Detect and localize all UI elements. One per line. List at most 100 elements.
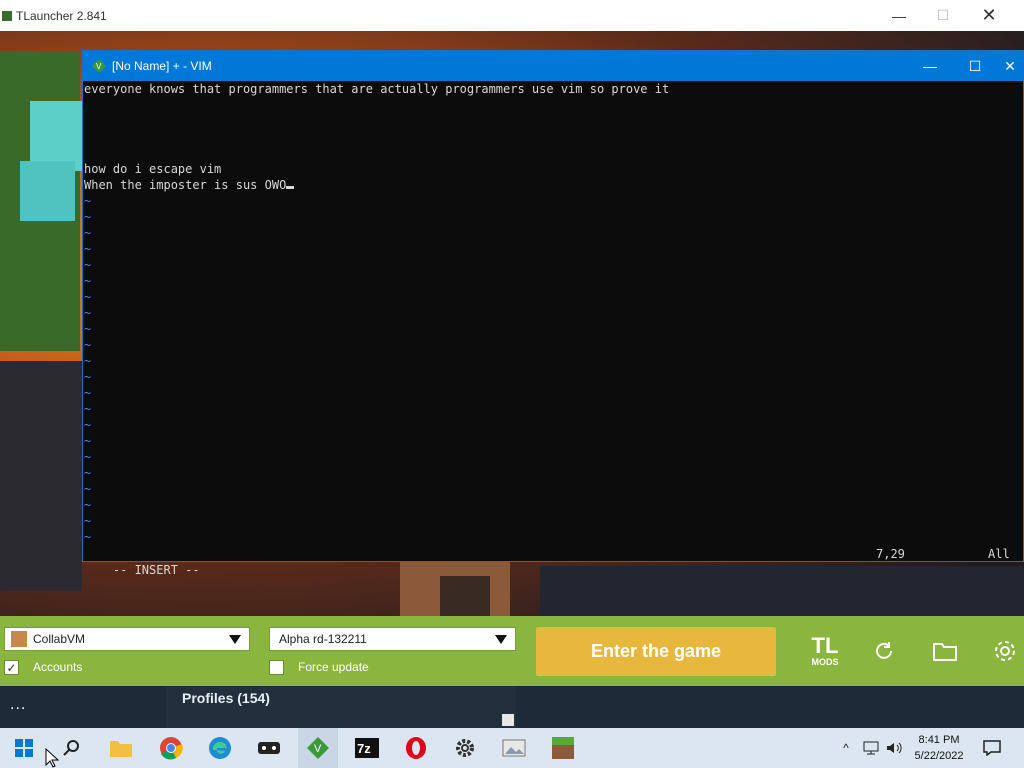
accounts-checkbox[interactable]: ✓ [4, 660, 19, 675]
notification-icon [983, 740, 1001, 756]
taskbar-7zip[interactable]: 7z [347, 728, 387, 768]
bg-block [20, 161, 75, 221]
tlauncher-title: TLauncher 2.841 [16, 8, 107, 23]
system-clock[interactable]: 8:41 PM 5/22/2022 [908, 732, 970, 764]
text-cursor [286, 186, 295, 189]
vim-tilde-line: ~ [84, 354, 92, 368]
open-folder-button[interactable] [928, 634, 962, 668]
vim-tilde-line: ~ [84, 290, 92, 304]
chevron-down-icon [495, 635, 507, 644]
bg-block [540, 566, 1024, 616]
tl-mods-button[interactable]: TL MODS [804, 628, 846, 674]
vim-cursor-position: 7,29 [876, 547, 905, 561]
refresh-icon [876, 642, 892, 659]
vim-tilde-line: ~ [84, 274, 92, 288]
vim-empty-lines: ~ ~ ~ ~ ~ ~ ~ ~ ~ ~ ~ ~ ~ ~ ~ ~ ~ ~ ~ ~ ~ ~ [84, 193, 1022, 545]
vim-tilde-line: ~ [84, 418, 92, 432]
vim-scroll-indicator: All [988, 547, 1010, 561]
vim-buffer-line: everyone knows that programmers that are… [84, 82, 670, 96]
vim-buffer-line [84, 129, 1022, 145]
gear-icon [995, 641, 1015, 661]
minimize-button[interactable]: — [876, 0, 922, 31]
vim-tilde-line: ~ [84, 434, 92, 448]
vim-editor-buffer[interactable]: everyone knows that programmers that are… [84, 81, 1022, 546]
vim-tilde-line: ~ [84, 530, 92, 544]
gear-icon [456, 739, 474, 757]
account-select[interactable]: CollabVM [4, 627, 250, 651]
force-update-label: Force update [298, 660, 369, 674]
search-icon [63, 740, 79, 756]
vim-app-icon: V [92, 59, 106, 73]
account-avatar-icon [11, 631, 27, 647]
7zip-icon: 7z [355, 738, 379, 758]
image-icon [502, 739, 526, 757]
svg-text:V: V [314, 743, 322, 755]
vim-tilde-line: ~ [84, 514, 92, 528]
vim-tilde-line: ~ [84, 210, 92, 224]
tl-mods-logo: TL [811, 633, 839, 658]
start-button[interactable] [4, 728, 44, 768]
vim-current-line-text: When the imposter is sus OWO [84, 178, 287, 192]
maximize-button[interactable]: ☐ [920, 0, 966, 31]
vim-tilde-line: ~ [84, 322, 92, 336]
vim-tilde-line: ~ [84, 306, 92, 320]
vim-minimize-button[interactable]: — [907, 51, 953, 81]
taskbar-chrome[interactable] [151, 728, 191, 768]
version-select[interactable]: Alpha rd-132211 [269, 627, 516, 651]
taskbar-file-explorer[interactable] [101, 728, 141, 768]
force-update-checkbox[interactable] [269, 660, 284, 675]
vim-tilde-line: ~ [84, 466, 92, 480]
vim-close-button[interactable]: ✕ [997, 51, 1023, 81]
vim-tilde-line: ~ [84, 450, 92, 464]
vim-tilde-line: ~ [84, 402, 92, 416]
vim-tilde-line: ~ [84, 226, 92, 240]
game-controller-icon [258, 742, 280, 754]
taskbar-edge[interactable] [200, 728, 240, 768]
opera-icon [406, 737, 426, 759]
vim-mode-indicator: -- INSERT -- [112, 563, 200, 577]
refresh-button[interactable] [867, 634, 901, 668]
vim-tilde-line: ~ [84, 242, 92, 256]
volume-icon[interactable] [884, 738, 904, 758]
profiles-title: Profiles (154) [182, 690, 270, 706]
vim-tilde-line: ~ [84, 370, 92, 384]
tlauncher-app-icon [2, 10, 12, 21]
vim-buffer-line [84, 145, 1022, 161]
taskbar-settings[interactable] [445, 728, 485, 768]
vim-current-line: When the imposter is sus OWO [84, 177, 1022, 193]
vim-titlebar[interactable]: V [No Name] + - VIM — ☐ ✕ [83, 51, 1023, 81]
notifications-button[interactable] [981, 738, 1003, 758]
bg-block [0, 361, 82, 591]
tl-mods-subtitle: MODS [811, 657, 839, 667]
more-options-button[interactable]: ... [10, 696, 26, 714]
taskbar-game-app[interactable] [249, 728, 289, 768]
taskbar-photo-viewer[interactable] [494, 728, 534, 768]
chevron-down-icon [229, 635, 241, 644]
clock-date: 5/22/2022 [914, 750, 964, 762]
vim-icon: V [307, 737, 329, 759]
enter-game-button[interactable]: Enter the game [536, 627, 776, 676]
vim-buffer-line [84, 97, 1022, 113]
taskbar-vim[interactable]: V [298, 728, 338, 768]
close-button[interactable]: ✕ [966, 0, 1012, 31]
show-hidden-icons-button[interactable]: ^ [836, 738, 856, 758]
mouse-cursor-icon [45, 748, 59, 768]
chrome-icon [160, 737, 183, 760]
settings-button[interactable] [988, 634, 1022, 668]
clock-time: 8:41 PM [918, 734, 960, 746]
vim-buffer-line: how do i escape vim [84, 162, 222, 176]
bg-block [440, 576, 490, 616]
network-icon[interactable] [861, 738, 881, 758]
vim-status-line: -- INSERT -- 7,29 All [84, 546, 1022, 577]
edge-icon [209, 737, 231, 759]
accounts-label: Accounts [33, 660, 83, 674]
taskbar-minecraft[interactable] [543, 728, 583, 768]
vim-tilde-line: ~ [84, 338, 92, 352]
vim-maximize-button[interactable]: ☐ [952, 51, 998, 81]
folder-icon [933, 643, 957, 661]
taskbar-opera[interactable] [396, 728, 436, 768]
vim-tilde-line: ~ [84, 482, 92, 496]
minecraft-block-icon [552, 737, 574, 759]
svg-text:7z: 7z [357, 741, 371, 756]
scrollbar-up-arrow[interactable] [502, 714, 514, 726]
